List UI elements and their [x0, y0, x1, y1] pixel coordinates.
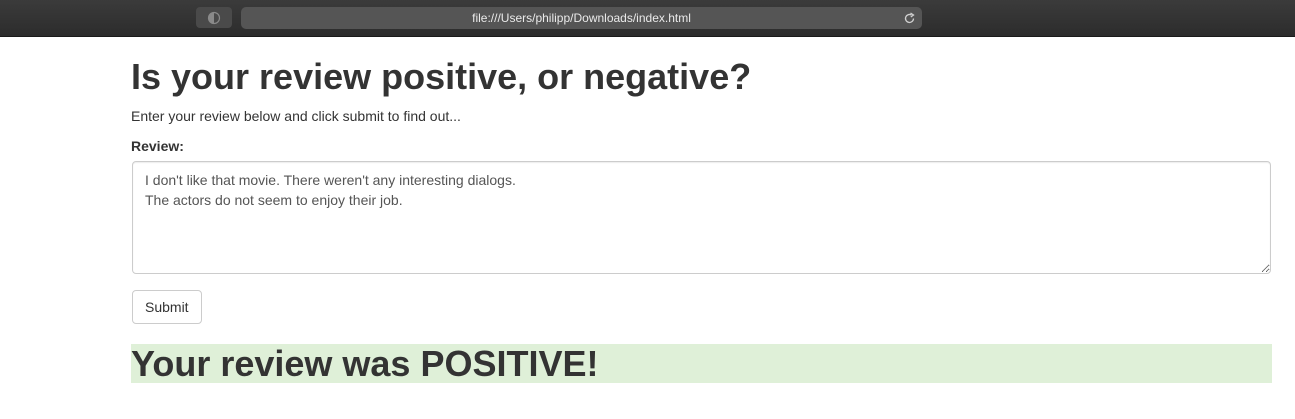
browser-toolbar: file:///Users/philipp/Downloads/index.ht… — [0, 0, 1295, 37]
result-text: Your review was POSITIVE! — [131, 343, 599, 384]
review-label: Review: — [131, 138, 184, 154]
reload-icon[interactable] — [901, 10, 917, 26]
address-bar[interactable]: file:///Users/philipp/Downloads/index.ht… — [241, 7, 922, 29]
submit-button[interactable]: Submit — [132, 290, 202, 324]
sidebar-icon — [207, 11, 221, 24]
page-subtitle: Enter your review below and click submit… — [131, 108, 461, 124]
result-banner: Your review was POSITIVE! — [131, 343, 1272, 384]
sidebar-toggle-button[interactable] — [196, 7, 232, 28]
page-title: Is your review positive, or negative? — [131, 56, 752, 97]
url-text[interactable]: file:///Users/philipp/Downloads/index.ht… — [241, 7, 922, 29]
review-textarea[interactable]: I don't like that movie. There weren't a… — [132, 161, 1271, 274]
